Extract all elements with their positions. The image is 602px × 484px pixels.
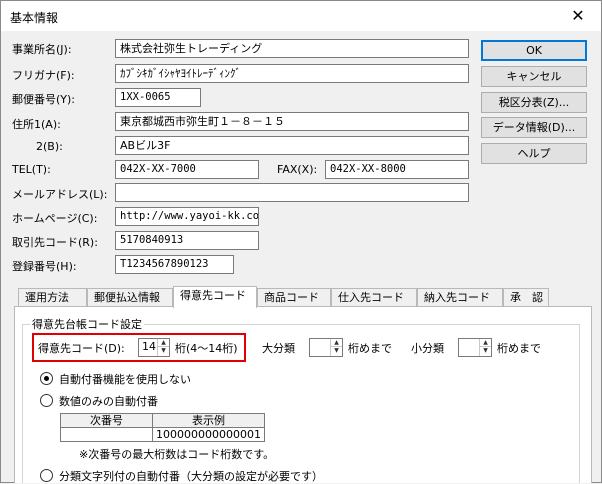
tel-field[interactable]: 042X-XX-7000 [115, 160, 259, 179]
tab-delivery-code[interactable]: 納入先コード [417, 288, 503, 307]
minor-class-label: 小分類 [411, 342, 444, 355]
table-header-example: 表示例 [152, 413, 265, 428]
address1-field[interactable]: 東京都城西市弥生町１－８－１５ [115, 112, 469, 131]
help-button[interactable]: ヘルプ [481, 143, 587, 164]
dialog-title: 基本情報 [10, 11, 59, 25]
radio-numeric-auto-number-label: 数値のみの自動付番 [59, 395, 158, 408]
major-class-suffix: 桁めまで [348, 342, 392, 355]
email-field[interactable] [115, 183, 469, 202]
code-digits-value: 14 [142, 340, 156, 353]
fax-label: FAX(X): [277, 163, 318, 176]
next-number-cell[interactable] [59, 427, 154, 442]
address2-label: 2(B): [36, 140, 63, 153]
tax-category-button[interactable]: 税区分表(Z)... [481, 92, 587, 113]
tel-label: TEL(T): [12, 163, 51, 176]
postal-code-field[interactable]: 1XX-0065 [115, 88, 201, 107]
tab-postal-transfer[interactable]: 郵便払込情報 [87, 288, 173, 307]
radio-classified-auto-number[interactable] [40, 469, 53, 482]
minor-class-suffix: 桁めまで [497, 342, 541, 355]
close-icon[interactable]: ✕ [555, 1, 601, 31]
company-name-label: 事業所名(J): [12, 43, 72, 56]
spin-up-icon[interactable]: ▲ [331, 339, 342, 347]
spin-up-icon[interactable]: ▲ [158, 339, 169, 347]
address1-label: 住所1(A): [12, 118, 61, 131]
fax-field[interactable]: 042X-XX-8000 [325, 160, 469, 179]
email-label: メールアドレス(L): [12, 188, 108, 201]
numbering-table: 次番号 表示例 100000000000001 [59, 413, 265, 442]
tab-product-code[interactable]: 商品コード [257, 288, 331, 307]
tab-supplier-code[interactable]: 仕入先コード [331, 288, 417, 307]
spin-down-icon[interactable]: ▼ [158, 347, 169, 355]
spin-down-icon[interactable]: ▼ [480, 347, 491, 355]
registration-number-field[interactable]: T1234567890123 [115, 255, 234, 274]
tab-operation[interactable]: 運用方法 [18, 288, 87, 307]
registration-number-label: 登録番号(H): [12, 260, 77, 273]
furigana-field[interactable]: ｶﾌﾞｼｷｶﾞｲｼｬﾔﾖｲﾄﾚｰﾃﾞｨﾝｸﾞ [115, 64, 469, 83]
cancel-button[interactable]: キャンセル [481, 66, 587, 87]
radio-classified-auto-number-label: 分類文字列付の自動付番（大分類の設定が必要です） [59, 470, 323, 483]
minor-class-spinner[interactable]: ▲ ▼ [458, 338, 492, 357]
code-digits-spinner[interactable]: 14 ▲ ▼ [138, 338, 170, 357]
customer-code-label: 得意先コード(D): [38, 342, 125, 355]
major-class-label: 大分類 [262, 342, 295, 355]
homepage-field[interactable]: http://www.yayoi-kk.co.jp/ [115, 207, 259, 226]
spin-up-icon[interactable]: ▲ [480, 339, 491, 347]
group-title: 得意先台帳コード設定 [30, 316, 144, 332]
furigana-label: フリガナ(F): [12, 69, 75, 82]
table-header-next-number: 次番号 [59, 413, 154, 428]
company-name-field[interactable]: 株式会社弥生トレーディング [115, 39, 469, 58]
address2-field[interactable]: ABビル3F [115, 136, 469, 155]
data-info-button[interactable]: データ情報(D)... [481, 117, 587, 138]
digits-range-label: 桁(4～14桁) [175, 342, 238, 355]
example-cell: 100000000000001 [152, 427, 265, 442]
ok-button[interactable]: OK [481, 40, 587, 61]
radio-no-auto-number[interactable] [40, 372, 53, 385]
tab-approval[interactable]: 承 認 [503, 288, 549, 307]
tab-customer-code[interactable]: 得意先コード [173, 286, 257, 308]
client-code-field[interactable]: 5170840913 [115, 231, 259, 250]
max-digits-note: ※次番号の最大桁数はコード桁数です。 [79, 448, 275, 461]
major-class-spinner[interactable]: ▲ ▼ [309, 338, 343, 357]
radio-no-auto-number-label: 自動付番機能を使用しない [59, 373, 191, 386]
homepage-label: ホームページ(C): [12, 212, 98, 225]
client-code-label: 取引先コード(R): [12, 236, 98, 249]
radio-numeric-auto-number[interactable] [40, 394, 53, 407]
title-bar: 基本情報 ✕ [1, 1, 601, 31]
postal-code-label: 郵便番号(Y): [12, 93, 76, 106]
spin-down-icon[interactable]: ▼ [331, 347, 342, 355]
